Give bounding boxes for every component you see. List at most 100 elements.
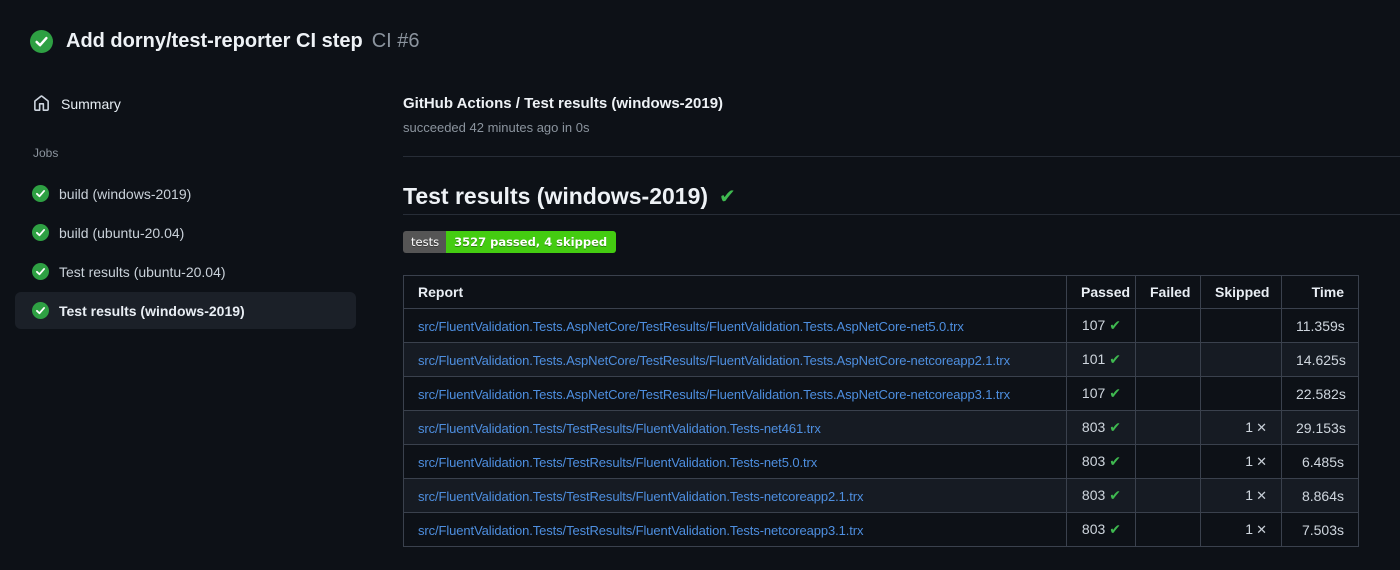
skipped-cell: 1 ✕ [1200, 410, 1282, 445]
table-body: src/FluentValidation.Tests.AspNetCore/Te… [403, 308, 1359, 547]
home-icon [33, 95, 50, 112]
time-cell: 11.359s [1281, 308, 1359, 343]
report-link[interactable]: src/FluentValidation.Tests.AspNetCore/Te… [418, 387, 1010, 402]
column-header-time: Time [1281, 275, 1359, 309]
table-row: src/FluentValidation.Tests/TestResults/F… [403, 478, 1359, 513]
check-icon: ✔ [1109, 420, 1121, 436]
sidebar-item-job-2[interactable]: Test results (ubuntu-20.04) [15, 253, 356, 290]
time-cell: 6.485s [1281, 444, 1359, 479]
check-icon: ✔ [1109, 352, 1121, 368]
passed-cell: 803 ✔ [1066, 444, 1136, 479]
job-label: Test results (windows-2019) [59, 302, 245, 319]
column-header-skipped: Skipped [1200, 275, 1282, 309]
report-link[interactable]: src/FluentValidation.Tests/TestResults/F… [418, 489, 864, 504]
run-title: Add dorny/test-reporter CI step [66, 30, 363, 52]
check-icon: ✔ [719, 184, 736, 208]
failed-cell [1135, 342, 1201, 377]
skipped-cell [1200, 342, 1282, 377]
tests-badge: tests 3527 passed, 4 skipped [403, 231, 617, 253]
badge-label: tests [403, 231, 447, 253]
job-label: build (windows-2019) [59, 185, 192, 202]
passed-cell: 803 ✔ [1066, 478, 1136, 513]
check-circle-icon [32, 302, 49, 319]
run-header: Add dorny/test-reporter CI step CI #6 [30, 30, 420, 53]
x-icon: ✕ [1256, 489, 1267, 504]
report-link[interactable]: src/FluentValidation.Tests/TestResults/F… [418, 523, 864, 538]
x-icon: ✕ [1256, 523, 1267, 538]
table-header-row: Report Passed Failed Skipped Time [403, 275, 1359, 309]
sidebar-jobs-list: build (windows-2019) build (ubuntu-20.04… [15, 175, 356, 329]
report-link[interactable]: src/FluentValidation.Tests.AspNetCore/Te… [418, 353, 1010, 368]
check-status: succeeded 42 minutes ago in 0s [403, 120, 590, 135]
time-cell: 22.582s [1281, 376, 1359, 411]
failed-cell [1135, 512, 1201, 547]
run-number: CI #6 [371, 30, 420, 52]
main-content: GitHub Actions / Test results (windows-2… [403, 95, 1400, 547]
failed-cell [1135, 478, 1201, 513]
report-cell: src/FluentValidation.Tests.AspNetCore/Te… [403, 376, 1067, 411]
failed-cell [1135, 410, 1201, 445]
x-icon: ✕ [1256, 421, 1267, 436]
check-icon: ✔ [1109, 386, 1121, 402]
check-icon: ✔ [1109, 522, 1121, 538]
column-header-failed: Failed [1135, 275, 1201, 309]
passed-cell: 803 ✔ [1066, 512, 1136, 547]
test-results-table: Report Passed Failed Skipped Time src/Fluent… [403, 275, 1359, 547]
sidebar-item-job-0[interactable]: build (windows-2019) [15, 175, 356, 212]
report-cell: src/FluentValidation.Tests/TestResults/F… [403, 512, 1067, 547]
divider [403, 214, 1400, 215]
passed-cell: 803 ✔ [1066, 410, 1136, 445]
report-link[interactable]: src/FluentValidation.Tests.AspNetCore/Te… [418, 319, 964, 334]
failed-cell [1135, 308, 1201, 343]
report-title: Test results (windows-2019) ✔ [403, 182, 1400, 210]
passed-cell: 101 ✔ [1066, 342, 1136, 377]
passed-cell: 107 ✔ [1066, 376, 1136, 411]
failed-cell [1135, 376, 1201, 411]
time-cell: 29.153s [1281, 410, 1359, 445]
skipped-cell: 1 ✕ [1200, 512, 1282, 547]
report-cell: src/FluentValidation.Tests/TestResults/F… [403, 410, 1067, 445]
table-row: src/FluentValidation.Tests/TestResults/F… [403, 444, 1359, 479]
table-row: src/FluentValidation.Tests.AspNetCore/Te… [403, 308, 1359, 343]
check-icon: ✔ [1109, 318, 1121, 334]
failed-cell [1135, 444, 1201, 479]
check-icon: ✔ [1109, 488, 1121, 504]
report-link[interactable]: src/FluentValidation.Tests/TestResults/F… [418, 455, 817, 470]
table-row: src/FluentValidation.Tests.AspNetCore/Te… [403, 342, 1359, 377]
sidebar-item-job-3[interactable]: Test results (windows-2019) [15, 292, 356, 329]
time-cell: 8.864s [1281, 478, 1359, 513]
jobs-heading: Jobs [33, 146, 59, 160]
check-name: GitHub Actions / Test results (windows-2… [403, 95, 724, 112]
skipped-cell [1200, 308, 1282, 343]
skipped-cell: 1 ✕ [1200, 444, 1282, 479]
report-cell: src/FluentValidation.Tests.AspNetCore/Te… [403, 308, 1067, 343]
sidebar-summary-label: Summary [61, 95, 121, 112]
check-circle-icon [30, 30, 53, 53]
divider [403, 156, 1400, 157]
badge-value: 3527 passed, 4 skipped [446, 231, 617, 253]
table-row: src/FluentValidation.Tests.AspNetCore/Te… [403, 376, 1359, 411]
x-icon: ✕ [1256, 455, 1267, 470]
sidebar-item-summary[interactable]: Summary [15, 86, 356, 121]
job-label: Test results (ubuntu-20.04) [59, 263, 226, 280]
table-row: src/FluentValidation.Tests/TestResults/F… [403, 410, 1359, 445]
report-cell: src/FluentValidation.Tests/TestResults/F… [403, 444, 1067, 479]
check-circle-icon [32, 185, 49, 202]
job-label: build (ubuntu-20.04) [59, 224, 185, 241]
check-icon: ✔ [1109, 454, 1121, 470]
passed-cell: 107 ✔ [1066, 308, 1136, 343]
report-title-text: Test results (windows-2019) [403, 183, 709, 209]
table-row: src/FluentValidation.Tests/TestResults/F… [403, 512, 1359, 547]
check-circle-icon [32, 263, 49, 280]
report-cell: src/FluentValidation.Tests.AspNetCore/Te… [403, 342, 1067, 377]
skipped-cell [1200, 376, 1282, 411]
check-circle-icon [32, 224, 49, 241]
report-cell: src/FluentValidation.Tests/TestResults/F… [403, 478, 1067, 513]
sidebar-item-job-1[interactable]: build (ubuntu-20.04) [15, 214, 356, 251]
column-header-passed: Passed [1066, 275, 1136, 309]
report-link[interactable]: src/FluentValidation.Tests/TestResults/F… [418, 421, 821, 436]
time-cell: 7.503s [1281, 512, 1359, 547]
time-cell: 14.625s [1281, 342, 1359, 377]
skipped-cell: 1 ✕ [1200, 478, 1282, 513]
column-header-report: Report [403, 275, 1067, 309]
